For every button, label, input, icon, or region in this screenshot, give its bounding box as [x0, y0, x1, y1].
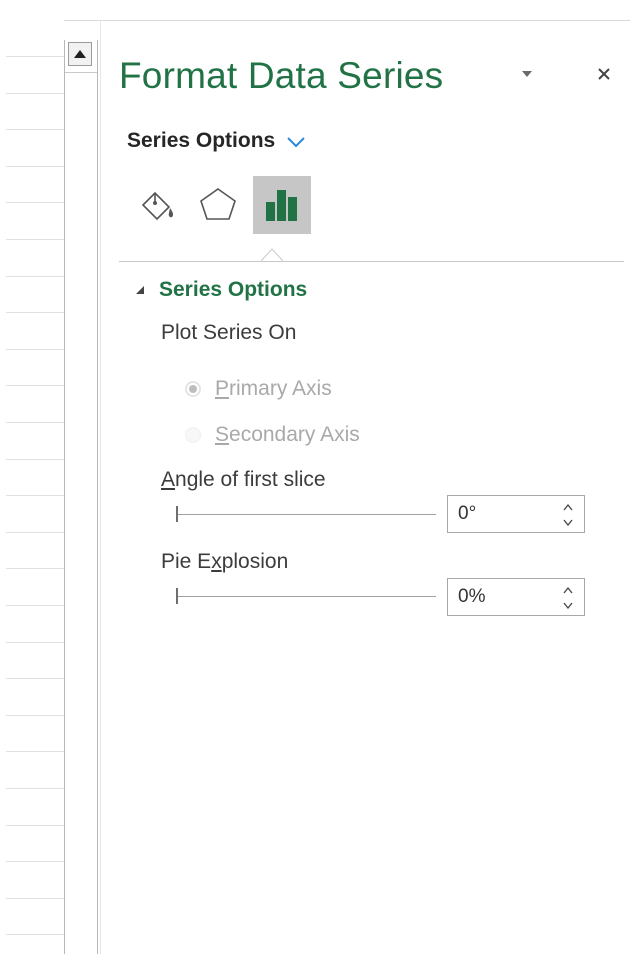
grid-row-line: [6, 202, 64, 203]
primary-axis-label: Primary Axis: [215, 377, 332, 400]
options-menu-label: Series Options: [127, 129, 276, 152]
tab-series-options[interactable]: [253, 176, 311, 234]
grid-row-line: [6, 605, 64, 606]
triangle-up-icon: [74, 50, 86, 58]
pie-explosion-label: Pie Explosion: [161, 550, 289, 573]
explosion-increase-button[interactable]: [560, 583, 576, 597]
explosion-slider-track[interactable]: [176, 596, 436, 597]
primary-axis-option[interactable]: Primary Axis: [185, 377, 332, 401]
grid-row-line: [6, 166, 64, 167]
explosion-slider[interactable]: [176, 587, 436, 607]
worksheet-grid-strip[interactable]: [0, 20, 64, 954]
close-icon: [598, 68, 610, 80]
grid-row-line: [6, 495, 64, 496]
chevron-up-icon: [563, 503, 573, 510]
primary-axis-radio[interactable]: [185, 381, 201, 397]
secondary-axis-option[interactable]: Secondary Axis: [185, 423, 360, 447]
grid-row-line: [6, 239, 64, 240]
chevron-down-icon: [287, 136, 305, 147]
scroll-up-button[interactable]: [68, 42, 92, 66]
explosion-decrease-button[interactable]: [560, 598, 576, 612]
grid-row-line: [6, 898, 64, 899]
angle-slider[interactable]: [176, 505, 436, 525]
tab-pointer: [261, 248, 283, 261]
bar-chart-icon: [266, 190, 297, 221]
tab-fill-line[interactable]: [129, 176, 187, 234]
chevron-down-icon: [563, 602, 573, 609]
explosion-slider-thumb[interactable]: [176, 588, 178, 604]
grid-row-line: [6, 93, 64, 94]
grid-row-line: [6, 532, 64, 533]
grid-row-line: [6, 385, 64, 386]
grid-row-line: [6, 788, 64, 789]
series-options-menu[interactable]: Series Options: [127, 129, 305, 153]
secondary-axis-radio[interactable]: [185, 427, 201, 443]
caret-down-icon: [522, 71, 532, 77]
pane-options-dropdown[interactable]: [519, 66, 535, 82]
grid-row-line: [6, 56, 64, 57]
scrollbar-track[interactable]: [65, 72, 97, 954]
grid-row-line: [6, 459, 64, 460]
chevron-down-icon: [563, 519, 573, 526]
angle-spinner[interactable]: [447, 495, 585, 533]
explosion-input[interactable]: [458, 579, 548, 615]
angle-decrease-button[interactable]: [560, 515, 576, 529]
angle-slider-thumb[interactable]: [176, 506, 178, 522]
angle-slider-track[interactable]: [176, 514, 436, 515]
grid-row-line: [6, 751, 64, 752]
secondary-axis-label: Secondary Axis: [215, 423, 360, 446]
chevron-up-icon: [563, 586, 573, 593]
tab-underline: [119, 261, 624, 262]
grid-row-line: [6, 934, 64, 935]
grid-row-line: [6, 861, 64, 862]
format-data-series-pane: Format Data Series Series Options Series…: [101, 21, 635, 954]
grid-row-line: [6, 276, 64, 277]
plot-series-on-label: Plot Series On: [161, 321, 297, 344]
angle-input[interactable]: [458, 496, 548, 532]
series-options-section-header[interactable]: Series Options: [135, 278, 307, 302]
grid-row-line: [6, 678, 64, 679]
caret-expanded-icon: [136, 286, 144, 294]
explosion-spinner[interactable]: [447, 578, 585, 616]
grid-row-line: [6, 825, 64, 826]
grid-row-line: [6, 129, 64, 130]
section-title: Series Options: [159, 278, 308, 301]
grid-row-line: [6, 642, 64, 643]
grid-row-line: [6, 312, 64, 313]
vertical-scrollbar[interactable]: [64, 40, 98, 954]
angle-of-first-slice-label: Angle of first slice: [161, 468, 326, 491]
grid-row-line: [6, 422, 64, 423]
grid-row-line: [6, 349, 64, 350]
paint-bucket-icon: [141, 191, 174, 221]
angle-increase-button[interactable]: [560, 500, 576, 514]
tab-effects[interactable]: [189, 176, 247, 234]
grid-row-line: [6, 715, 64, 716]
grid-row-line: [6, 568, 64, 569]
pentagon-icon: [200, 188, 236, 220]
close-pane-button[interactable]: [595, 65, 613, 83]
pane-title: Format Data Series: [119, 55, 444, 96]
